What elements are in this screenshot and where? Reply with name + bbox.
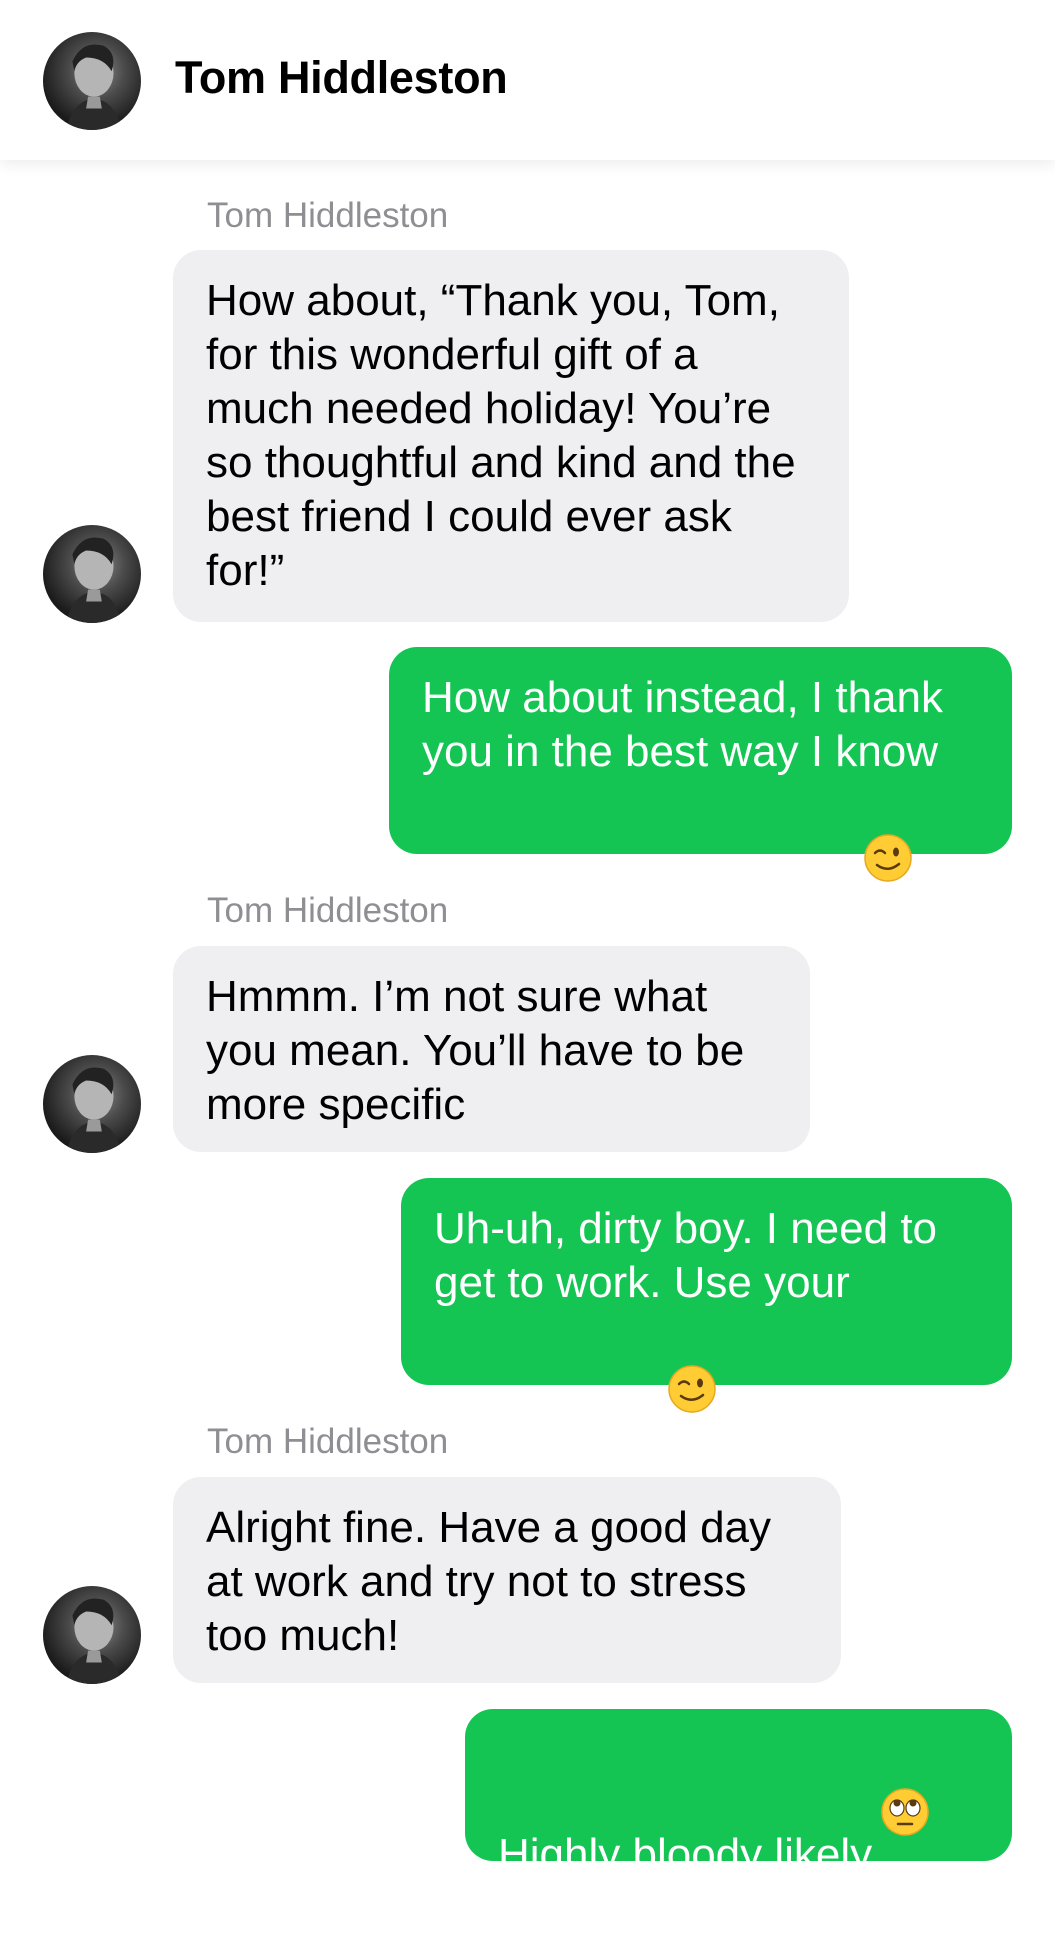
sender-name: Tom Hiddleston <box>207 891 449 930</box>
outgoing-message-bubble[interactable]: How about instead, I thank you in the be… <box>389 647 1012 925</box>
incoming-message-bubble[interactable]: How about, “Thank you, Tom, for this won… <box>173 250 849 622</box>
incoming-message-bubble[interactable]: Hmmm. I’m not sure what you mean. You’ll… <box>173 946 810 1152</box>
winking-face-emoji-icon <box>667 1310 717 1413</box>
chat-header: Tom Hiddleston <box>0 0 1055 160</box>
sender-avatar-icon[interactable] <box>43 1055 141 1153</box>
incoming-message-bubble[interactable]: Alright fine. Have a good day at work an… <box>173 1477 841 1683</box>
sender-name: Tom Hiddleston <box>207 196 449 235</box>
contact-name[interactable]: Tom Hiddleston <box>175 52 508 104</box>
winking-face-emoji-icon <box>863 779 913 882</box>
message-text-line1: Highly bloody likely <box>498 1830 873 1879</box>
sender-avatar-icon[interactable] <box>43 1586 141 1684</box>
sender-avatar-icon[interactable] <box>43 525 141 623</box>
sender-name: Tom Hiddleston <box>207 1422 449 1461</box>
eye-roll-face-emoji-icon <box>880 1733 930 1836</box>
contact-avatar-icon[interactable] <box>43 32 141 130</box>
outgoing-message-bubble[interactable]: Highly bloody likely Goodnight! <box>465 1709 1012 1933</box>
outgoing-message-bubble[interactable]: Uh-uh, dirty boy. I need to get to work.… <box>401 1178 1012 1456</box>
